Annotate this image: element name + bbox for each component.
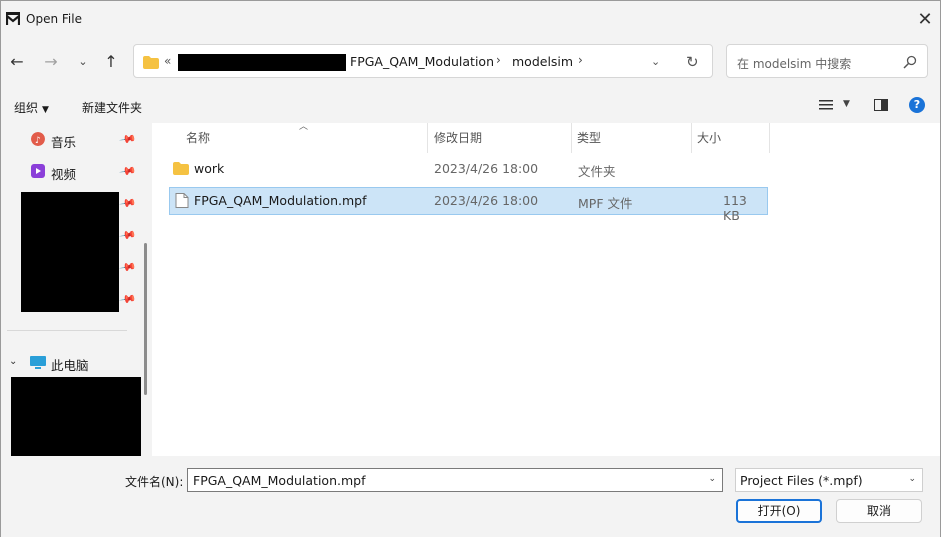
- sidebar-item-music[interactable]: ♪ 音乐 📌: [1, 125, 141, 153]
- file-icon: [175, 193, 189, 208]
- file-name: work: [194, 161, 225, 176]
- computer-icon: [30, 356, 46, 369]
- title-bar: Open File ✕: [1, 1, 940, 37]
- file-row[interactable]: work 2023/4/26 18:00 文件夹: [169, 155, 768, 183]
- column-separator[interactable]: [571, 123, 572, 153]
- chevron-down-icon: ⌄: [78, 54, 88, 68]
- navigation-pane: ♪ 音乐 📌 视频 📌 📌 📌 📌 📌 ⌄ 此电脑: [1, 123, 149, 456]
- navigation-row: ← → ⌄ ↑ « FPGA_QAM_Modulation › modelsim…: [1, 41, 940, 83]
- forward-button[interactable]: →: [41, 51, 61, 71]
- cancel-button[interactable]: 取消: [836, 499, 922, 523]
- breadcrumb-separator[interactable]: ›: [496, 53, 501, 67]
- dialog-footer: 文件名(N): FPGA_QAM_Modulation.mpf ⌄ Projec…: [1, 456, 940, 537]
- breadcrumb-item[interactable]: modelsim: [512, 54, 573, 69]
- file-size: 113 KB: [723, 193, 747, 223]
- file-type: MPF 文件: [578, 196, 633, 211]
- filename-label: 文件名(N):: [125, 475, 184, 489]
- address-dropdown-icon[interactable]: ⌄: [651, 55, 660, 68]
- organize-button[interactable]: 组织 ▼: [14, 99, 49, 116]
- modelsim-logo-icon: [6, 12, 20, 25]
- column-separator[interactable]: [691, 123, 692, 153]
- pin-icon: 📌: [118, 162, 138, 181]
- sidebar-divider: [7, 330, 127, 331]
- video-icon: [31, 164, 45, 178]
- column-header-size[interactable]: 大小: [697, 129, 721, 146]
- breadcrumb-separator[interactable]: ›: [578, 53, 583, 67]
- file-row-selected[interactable]: FPGA_QAM_Modulation.mpf 2023/4/26 18:00 …: [169, 187, 768, 223]
- search-placeholder: 在 modelsim 中搜索: [737, 57, 852, 71]
- filename-value: FPGA_QAM_Modulation.mpf: [193, 473, 366, 488]
- pin-icon: 📌: [118, 226, 138, 245]
- overflow-chevron[interactable]: «: [164, 54, 171, 68]
- redacted-sidebar-items: [21, 192, 119, 312]
- breadcrumb-item[interactable]: FPGA_QAM_Modulation: [350, 54, 494, 69]
- pin-icon: 📌: [118, 130, 138, 149]
- address-bar[interactable]: « FPGA_QAM_Modulation › modelsim › ⌄ ↻: [133, 44, 713, 78]
- filetype-value: Project Files (*.mpf): [740, 473, 863, 488]
- help-icon[interactable]: ?: [909, 97, 925, 113]
- list-view-icon[interactable]: [819, 98, 833, 112]
- chevron-down-icon: ⌄: [908, 474, 916, 484]
- view-options-caret-icon[interactable]: ▼: [843, 99, 850, 109]
- redacted-drives: [11, 377, 141, 456]
- pin-icon: 📌: [118, 258, 138, 277]
- arrow-up-icon: ↑: [104, 51, 118, 71]
- column-separator[interactable]: [769, 123, 770, 153]
- column-header-type[interactable]: 类型: [577, 129, 601, 146]
- pin-icon: 📌: [118, 290, 138, 309]
- expand-chevron-icon[interactable]: ⌄: [9, 356, 17, 367]
- sidebar-scrollbar[interactable]: [144, 243, 147, 395]
- sidebar-item-label: 音乐: [51, 135, 77, 150]
- folder-icon: [143, 56, 159, 69]
- organize-label: 组织: [14, 101, 39, 115]
- up-button[interactable]: ↑: [101, 51, 121, 71]
- arrow-right-icon: →: [44, 51, 58, 71]
- redacted-path: [178, 54, 346, 71]
- filename-input[interactable]: FPGA_QAM_Modulation.mpf ⌄: [187, 468, 723, 492]
- file-modified: 2023/4/26 18:00: [434, 161, 539, 176]
- search-icon: [903, 55, 917, 69]
- back-button[interactable]: ←: [7, 51, 27, 71]
- file-type: 文件夹: [578, 164, 616, 179]
- preview-pane-icon[interactable]: [874, 99, 888, 111]
- sidebar-item-label: 视频: [51, 167, 77, 182]
- filetype-select[interactable]: Project Files (*.mpf) ⌄: [735, 468, 923, 492]
- column-separator[interactable]: [427, 123, 428, 153]
- recent-locations-button[interactable]: ⌄: [73, 51, 93, 71]
- pin-icon: 📌: [118, 194, 138, 213]
- search-box[interactable]: 在 modelsim 中搜索: [726, 44, 928, 78]
- folder-icon: [173, 162, 189, 175]
- close-button[interactable]: ✕: [913, 7, 937, 31]
- file-modified: 2023/4/26 18:00: [434, 193, 539, 208]
- sidebar-item-this-pc[interactable]: 此电脑: [51, 355, 89, 374]
- column-header-name[interactable]: 名称: [186, 129, 210, 146]
- open-button[interactable]: 打开(O): [736, 499, 822, 523]
- sidebar-item-videos[interactable]: 视频 📌: [1, 157, 141, 185]
- file-name: FPGA_QAM_Modulation.mpf: [194, 193, 367, 208]
- music-icon: ♪: [31, 132, 45, 146]
- caret-down-icon: ▼: [42, 105, 49, 115]
- column-header-modified[interactable]: 修改日期: [434, 129, 482, 146]
- svg-text:♪: ♪: [35, 136, 41, 146]
- new-folder-button[interactable]: 新建文件夹: [82, 99, 142, 116]
- open-file-dialog: Open File ✕ ← → ⌄ ↑ « FPGA_QAM_Modulatio…: [0, 0, 941, 537]
- refresh-icon[interactable]: ↻: [686, 53, 699, 71]
- command-bar: 组织 ▼ 新建文件夹 ▼ ?: [1, 91, 940, 121]
- file-list: ︿ 名称 修改日期 类型 大小 work 2023/4/26 18:00 文件夹…: [152, 122, 940, 456]
- window-title: Open File: [26, 12, 82, 26]
- sort-ascending-icon: ︿: [299, 122, 309, 132]
- arrow-left-icon: ←: [10, 51, 24, 71]
- close-icon: ✕: [917, 8, 933, 30]
- chevron-down-icon[interactable]: ⌄: [708, 474, 716, 484]
